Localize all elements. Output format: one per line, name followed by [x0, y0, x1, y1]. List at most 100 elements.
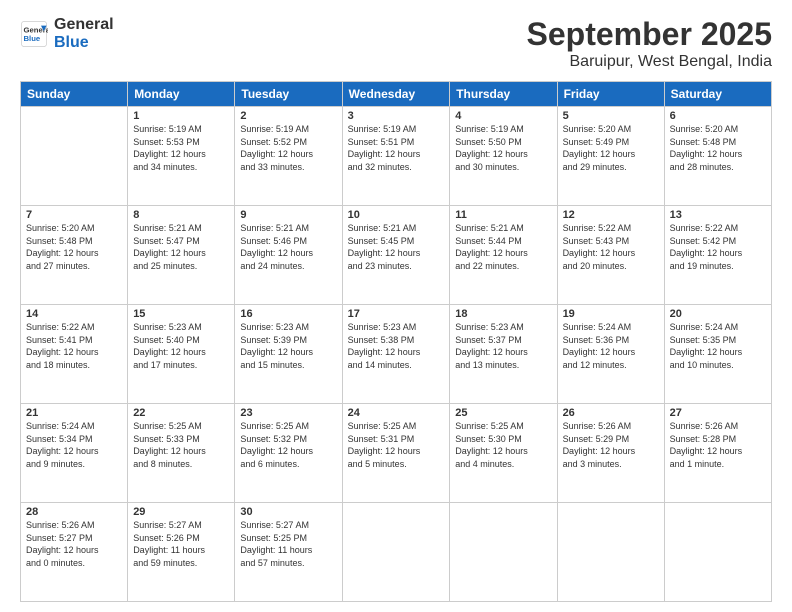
day-number: 18: [455, 308, 551, 320]
title-block: September 2025 Baruipur, West Bengal, In…: [527, 16, 772, 71]
logo-text: General Blue: [54, 16, 114, 51]
location: Baruipur, West Bengal, India: [527, 53, 772, 71]
header-tuesday: Tuesday: [235, 82, 342, 107]
calendar-cell: 19Sunrise: 5:24 AM Sunset: 5:36 PM Dayli…: [557, 305, 664, 404]
header-saturday: Saturday: [664, 82, 771, 107]
logo-blue-text: Blue: [54, 34, 114, 52]
logo: General Blue General Blue: [20, 16, 114, 51]
day-number: 9: [240, 209, 336, 221]
calendar-cell: 20Sunrise: 5:24 AM Sunset: 5:35 PM Dayli…: [664, 305, 771, 404]
day-number: 29: [133, 506, 229, 518]
day-info: Sunrise: 5:19 AM Sunset: 5:51 PM Dayligh…: [348, 123, 445, 173]
calendar-cell: 13Sunrise: 5:22 AM Sunset: 5:42 PM Dayli…: [664, 206, 771, 305]
day-number: 20: [670, 308, 766, 320]
calendar-cell: 6Sunrise: 5:20 AM Sunset: 5:48 PM Daylig…: [664, 107, 771, 206]
day-info: Sunrise: 5:21 AM Sunset: 5:45 PM Dayligh…: [348, 222, 445, 272]
day-number: 13: [670, 209, 766, 221]
day-info: Sunrise: 5:23 AM Sunset: 5:40 PM Dayligh…: [133, 321, 229, 371]
calendar-cell: 16Sunrise: 5:23 AM Sunset: 5:39 PM Dayli…: [235, 305, 342, 404]
calendar-cell: 17Sunrise: 5:23 AM Sunset: 5:38 PM Dayli…: [342, 305, 450, 404]
day-info: Sunrise: 5:19 AM Sunset: 5:53 PM Dayligh…: [133, 123, 229, 173]
calendar-week-5: 28Sunrise: 5:26 AM Sunset: 5:27 PM Dayli…: [21, 503, 772, 602]
day-number: 6: [670, 110, 766, 122]
day-number: 28: [26, 506, 122, 518]
calendar-cell: 18Sunrise: 5:23 AM Sunset: 5:37 PM Dayli…: [450, 305, 557, 404]
day-info: Sunrise: 5:25 AM Sunset: 5:31 PM Dayligh…: [348, 420, 445, 470]
day-number: 14: [26, 308, 122, 320]
calendar-cell: [21, 107, 128, 206]
day-number: 1: [133, 110, 229, 122]
calendar-cell: [557, 503, 664, 602]
day-number: 2: [240, 110, 336, 122]
day-number: 4: [455, 110, 551, 122]
calendar-cell: 30Sunrise: 5:27 AM Sunset: 5:25 PM Dayli…: [235, 503, 342, 602]
day-info: Sunrise: 5:23 AM Sunset: 5:39 PM Dayligh…: [240, 321, 336, 371]
day-info: Sunrise: 5:22 AM Sunset: 5:41 PM Dayligh…: [26, 321, 122, 371]
calendar-cell: 8Sunrise: 5:21 AM Sunset: 5:47 PM Daylig…: [128, 206, 235, 305]
day-number: 27: [670, 407, 766, 419]
calendar-table: Sunday Monday Tuesday Wednesday Thursday…: [20, 81, 772, 602]
calendar-cell: 1Sunrise: 5:19 AM Sunset: 5:53 PM Daylig…: [128, 107, 235, 206]
calendar-cell: 22Sunrise: 5:25 AM Sunset: 5:33 PM Dayli…: [128, 404, 235, 503]
day-number: 25: [455, 407, 551, 419]
weekday-header-row: Sunday Monday Tuesday Wednesday Thursday…: [21, 82, 772, 107]
header-wednesday: Wednesday: [342, 82, 450, 107]
calendar-week-1: 1Sunrise: 5:19 AM Sunset: 5:53 PM Daylig…: [21, 107, 772, 206]
day-number: 5: [563, 110, 659, 122]
calendar-week-4: 21Sunrise: 5:24 AM Sunset: 5:34 PM Dayli…: [21, 404, 772, 503]
calendar-cell: [664, 503, 771, 602]
logo-icon: General Blue: [20, 20, 48, 48]
month-title: September 2025: [527, 16, 772, 53]
calendar-cell: 4Sunrise: 5:19 AM Sunset: 5:50 PM Daylig…: [450, 107, 557, 206]
header-sunday: Sunday: [21, 82, 128, 107]
logo-general-text: General: [54, 16, 114, 34]
day-info: Sunrise: 5:26 AM Sunset: 5:28 PM Dayligh…: [670, 420, 766, 470]
header-thursday: Thursday: [450, 82, 557, 107]
day-info: Sunrise: 5:22 AM Sunset: 5:43 PM Dayligh…: [563, 222, 659, 272]
day-number: 17: [348, 308, 445, 320]
header-friday: Friday: [557, 82, 664, 107]
day-number: 11: [455, 209, 551, 221]
day-number: 7: [26, 209, 122, 221]
calendar-cell: 7Sunrise: 5:20 AM Sunset: 5:48 PM Daylig…: [21, 206, 128, 305]
calendar-cell: 9Sunrise: 5:21 AM Sunset: 5:46 PM Daylig…: [235, 206, 342, 305]
day-number: 30: [240, 506, 336, 518]
day-number: 12: [563, 209, 659, 221]
day-number: 8: [133, 209, 229, 221]
calendar-cell: 11Sunrise: 5:21 AM Sunset: 5:44 PM Dayli…: [450, 206, 557, 305]
calendar-cell: 26Sunrise: 5:26 AM Sunset: 5:29 PM Dayli…: [557, 404, 664, 503]
day-info: Sunrise: 5:24 AM Sunset: 5:35 PM Dayligh…: [670, 321, 766, 371]
day-number: 10: [348, 209, 445, 221]
calendar-cell: [450, 503, 557, 602]
header-monday: Monday: [128, 82, 235, 107]
day-info: Sunrise: 5:21 AM Sunset: 5:44 PM Dayligh…: [455, 222, 551, 272]
day-info: Sunrise: 5:25 AM Sunset: 5:30 PM Dayligh…: [455, 420, 551, 470]
day-number: 21: [26, 407, 122, 419]
calendar-cell: 3Sunrise: 5:19 AM Sunset: 5:51 PM Daylig…: [342, 107, 450, 206]
calendar-cell: 14Sunrise: 5:22 AM Sunset: 5:41 PM Dayli…: [21, 305, 128, 404]
day-info: Sunrise: 5:25 AM Sunset: 5:33 PM Dayligh…: [133, 420, 229, 470]
calendar-week-2: 7Sunrise: 5:20 AM Sunset: 5:48 PM Daylig…: [21, 206, 772, 305]
calendar-cell: 12Sunrise: 5:22 AM Sunset: 5:43 PM Dayli…: [557, 206, 664, 305]
calendar-cell: 27Sunrise: 5:26 AM Sunset: 5:28 PM Dayli…: [664, 404, 771, 503]
calendar-cell: 23Sunrise: 5:25 AM Sunset: 5:32 PM Dayli…: [235, 404, 342, 503]
svg-text:Blue: Blue: [24, 34, 41, 43]
day-info: Sunrise: 5:20 AM Sunset: 5:48 PM Dayligh…: [26, 222, 122, 272]
calendar-cell: 28Sunrise: 5:26 AM Sunset: 5:27 PM Dayli…: [21, 503, 128, 602]
day-info: Sunrise: 5:27 AM Sunset: 5:26 PM Dayligh…: [133, 519, 229, 569]
calendar-cell: 29Sunrise: 5:27 AM Sunset: 5:26 PM Dayli…: [128, 503, 235, 602]
calendar-cell: 24Sunrise: 5:25 AM Sunset: 5:31 PM Dayli…: [342, 404, 450, 503]
day-info: Sunrise: 5:26 AM Sunset: 5:29 PM Dayligh…: [563, 420, 659, 470]
day-info: Sunrise: 5:19 AM Sunset: 5:52 PM Dayligh…: [240, 123, 336, 173]
day-number: 3: [348, 110, 445, 122]
page-header: General Blue General Blue September 2025…: [20, 16, 772, 71]
day-info: Sunrise: 5:24 AM Sunset: 5:36 PM Dayligh…: [563, 321, 659, 371]
calendar-cell: 10Sunrise: 5:21 AM Sunset: 5:45 PM Dayli…: [342, 206, 450, 305]
calendar-cell: 2Sunrise: 5:19 AM Sunset: 5:52 PM Daylig…: [235, 107, 342, 206]
day-info: Sunrise: 5:21 AM Sunset: 5:46 PM Dayligh…: [240, 222, 336, 272]
day-number: 15: [133, 308, 229, 320]
day-info: Sunrise: 5:20 AM Sunset: 5:49 PM Dayligh…: [563, 123, 659, 173]
day-info: Sunrise: 5:19 AM Sunset: 5:50 PM Dayligh…: [455, 123, 551, 173]
calendar-cell: 15Sunrise: 5:23 AM Sunset: 5:40 PM Dayli…: [128, 305, 235, 404]
day-info: Sunrise: 5:24 AM Sunset: 5:34 PM Dayligh…: [26, 420, 122, 470]
